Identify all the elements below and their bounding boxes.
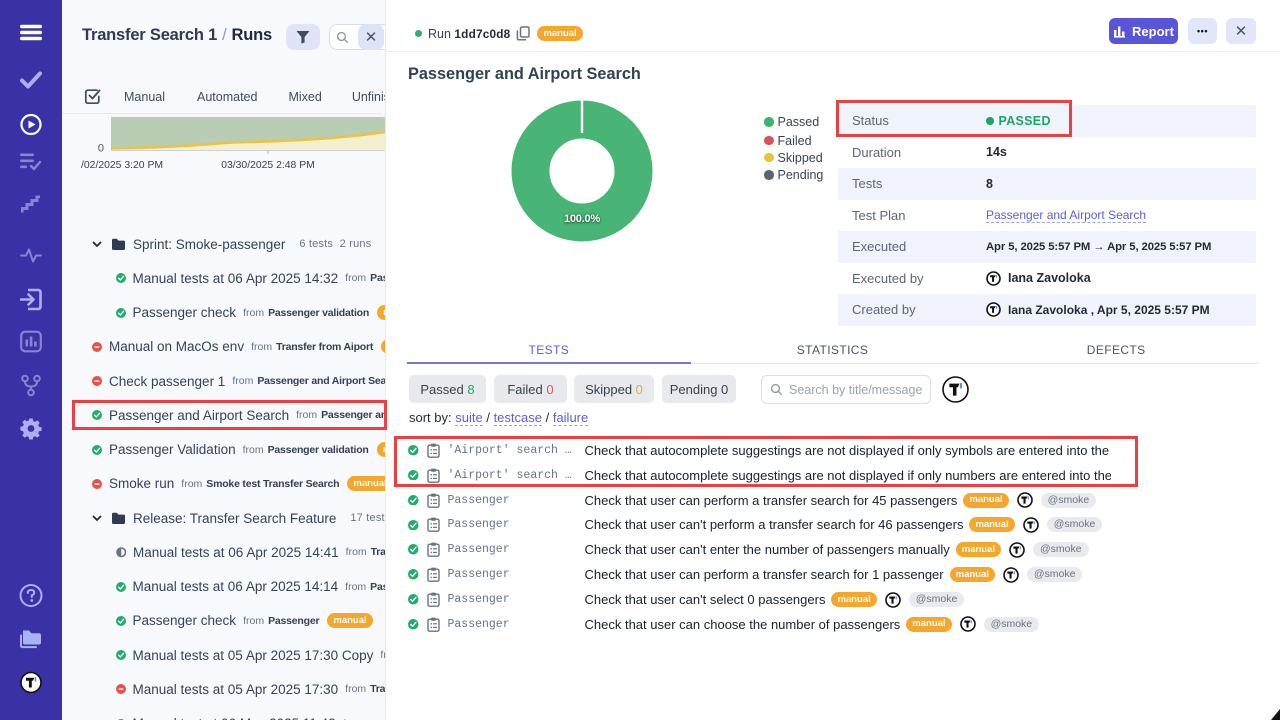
svg-text:0: 0 bbox=[98, 143, 104, 155]
svg-text:/02/2025 3:20 PM: /02/2025 3:20 PM bbox=[81, 160, 163, 171]
svg-text:03/30/2025 2:48 PM: 03/30/2025 2:48 PM bbox=[221, 160, 315, 171]
